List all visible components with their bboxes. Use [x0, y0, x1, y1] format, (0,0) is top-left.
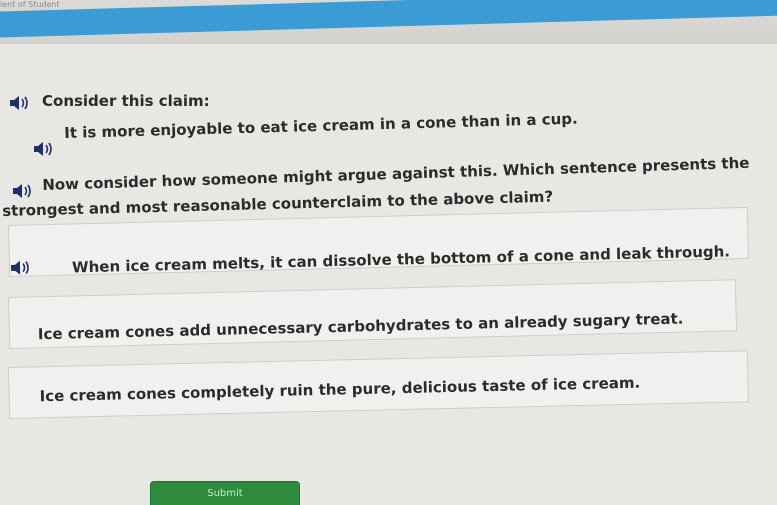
speaker-icon[interactable]	[33, 141, 55, 157]
question-area: Consider this claim: It is more enjoyabl…	[0, 0, 777, 505]
answer-choice-label: Ice cream cones completely ruin the pure…	[39, 373, 641, 406]
answer-choice-label: Ice cream cones add unnecessary carbohyd…	[37, 309, 684, 344]
speaker-icon[interactable]	[10, 259, 32, 276]
claim-text: It is more enjoyable to eat ice cream in…	[64, 109, 578, 142]
prompt-line-1: Now consider how someone might argue aga…	[42, 153, 750, 194]
answer-choice-label: When ice cream melts, it can dissolve th…	[71, 242, 731, 277]
intro-text: Consider this claim:	[42, 92, 210, 110]
answer-choice-2[interactable]: Ice cream cones add unnecessary carbohyd…	[8, 279, 738, 349]
answer-choice-3[interactable]: Ice cream cones completely ruin the pure…	[8, 350, 749, 419]
answer-choice-1[interactable]: When ice cream melts, it can dissolve th…	[8, 206, 750, 277]
speaker-icon[interactable]	[9, 95, 31, 111]
speaker-icon[interactable]	[12, 183, 34, 199]
submit-button[interactable]: Submit	[150, 481, 300, 505]
